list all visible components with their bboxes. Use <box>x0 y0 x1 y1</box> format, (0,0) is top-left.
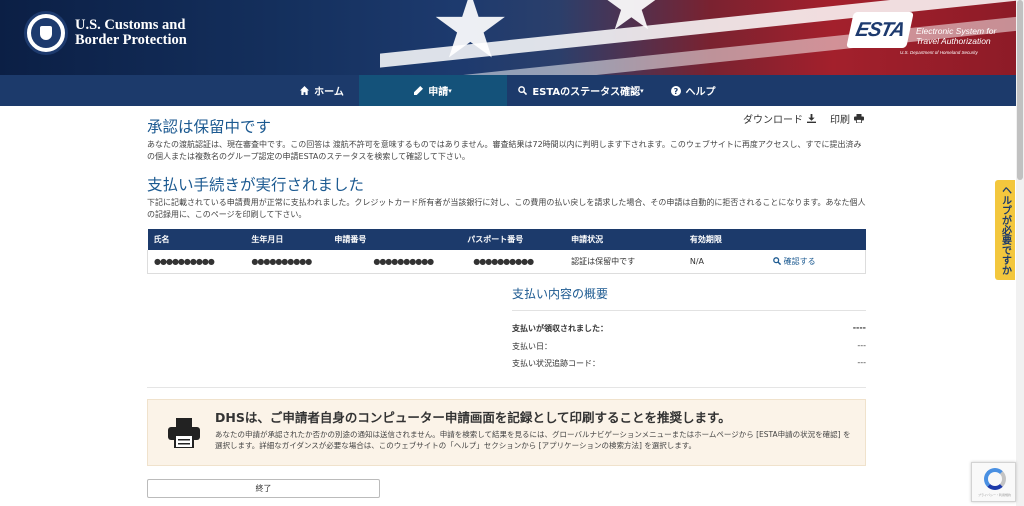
download-icon <box>807 114 816 123</box>
nav-item-home[interactable]: ホーム <box>272 75 372 106</box>
esta-dhs-label: U.S. Department of Homeland Security <box>900 50 978 55</box>
pending-title: 承認は保留中です <box>147 118 272 136</box>
nav-item-apply[interactable]: 申請 ▾ <box>359 75 507 106</box>
search-icon <box>518 86 528 95</box>
cell-passport: ●●●●●●●●●● <box>461 250 566 274</box>
table-header-row: 氏名 生年月日 申請番号 パスポート番号 申請状況 有効期限 <box>147 229 866 250</box>
recaptcha-icon <box>984 468 1006 490</box>
site-header: ★ ★ U.S. Customs and Border Protection E… <box>0 0 1016 75</box>
nav-item-label: ESTAのステータス確認 <box>532 87 641 98</box>
col-header-dob: 生年月日 <box>245 229 329 250</box>
table-row: ●●●●●●●●●● ●●●●●●●●●● ●●●●●●●●●● ●●●●●●●… <box>147 250 866 274</box>
scroll-thumb[interactable] <box>1017 0 1023 180</box>
dhs-seal-logo[interactable] <box>24 11 68 55</box>
nav-item-label: ホーム <box>314 87 344 98</box>
section-divider <box>147 387 866 388</box>
pencil-icon <box>414 86 424 95</box>
nav-item-label: 申請 <box>428 87 449 98</box>
summary-row-tracking: 支払い状況追跡コード： --- <box>512 358 866 369</box>
print-button[interactable]: 印刷 <box>830 111 864 126</box>
cell-action: 確認する <box>766 250 866 274</box>
col-header-expiry: 有効期限 <box>683 229 767 250</box>
question-icon: ? <box>670 85 681 96</box>
recaptcha-text[interactable]: プライバシー・利用規約 <box>974 493 1015 497</box>
flag-star-icon: ★ <box>430 0 511 75</box>
cell-application-number: ●●●●●●●●●● <box>328 250 462 274</box>
chevron-down-icon: ▾ <box>448 86 452 95</box>
summary-value: --- <box>857 358 866 367</box>
notice-title: DHSは、ご申請者自身のコンピューター申請画面を記録として印刷することを推奨しま… <box>215 410 731 425</box>
print-icon <box>854 114 864 123</box>
printer-icon <box>168 418 200 448</box>
home-icon <box>300 86 310 95</box>
print-label: 印刷 <box>830 115 850 126</box>
main-nav: ホーム 申請 ▾ ESTAのステータス確認 ▾ ? ヘルプ <box>0 75 1016 106</box>
col-header-status: 申請状況 <box>565 229 684 250</box>
col-header-name: 氏名 <box>147 229 246 250</box>
payment-text: 下記に記載されている申請費用が正常に支払われました。クレジットカード所有者が当該… <box>147 198 866 219</box>
summary-value: --- <box>857 341 866 350</box>
scrollbar[interactable] <box>1016 0 1024 506</box>
confirm-link-label: 確認する <box>783 256 816 266</box>
esta-logo[interactable]: ESTA <box>846 12 914 48</box>
print-notice: DHSは、ご申請者自身のコンピューター申請画面を記録として印刷することを推奨しま… <box>147 399 866 466</box>
help-tab[interactable]: ヘルプが必要ですか <box>995 180 1015 280</box>
summary-title: 支払い内容の概要 <box>512 287 609 301</box>
cell-dob: ●●●●●●●●●● <box>245 250 329 274</box>
svg-text:?: ? <box>673 87 678 96</box>
esta-fullname: Electronic System for Travel Authorizati… <box>916 26 997 46</box>
chevron-down-icon: ▾ <box>640 86 644 95</box>
cell-status: 認証は保留中です <box>565 250 684 274</box>
col-header-action <box>766 229 866 250</box>
page-tools: ダウンロード 印刷 <box>743 111 864 126</box>
download-button[interactable]: ダウンロード <box>743 111 816 126</box>
notice-text: あなたの申請が承認されたか否かの別途の通知は送信されません。申請を検索して結果を… <box>215 430 851 450</box>
summary-divider <box>512 310 866 311</box>
applications-table: 氏名 生年月日 申請番号 パスポート番号 申請状況 有効期限 ●●●●●●●●●… <box>147 229 866 274</box>
summary-label: 支払いが領収されました： <box>512 324 608 333</box>
summary-value: ---- <box>852 323 866 332</box>
pending-text: あなたの渡航認証は、現在審査中です。この回答は 渡航不許可を意味するものではあり… <box>147 140 862 161</box>
summary-label: 支払い状況追跡コード： <box>512 359 600 368</box>
nav-item-help[interactable]: ? ヘルプ <box>655 75 731 106</box>
nav-item-status[interactable]: ESTAのステータス確認 ▾ <box>507 75 655 106</box>
summary-label: 支払い日： <box>512 342 552 351</box>
col-header-passport: パスポート番号 <box>461 229 566 250</box>
payment-title: 支払い手続きが実行されました <box>147 176 365 194</box>
agency-name[interactable]: U.S. Customs and Border Protection <box>75 18 187 48</box>
confirm-link[interactable]: 確認する <box>772 256 816 267</box>
cell-expiry: N/A <box>683 250 767 274</box>
download-label: ダウンロード <box>743 115 803 126</box>
summary-row-date: 支払い日： --- <box>512 341 866 352</box>
nav-item-label: ヘルプ <box>685 87 716 98</box>
recaptcha-badge[interactable]: プライバシー・利用規約 <box>971 462 1016 502</box>
search-icon <box>772 257 781 265</box>
flag-star-icon: ★ <box>600 0 663 46</box>
col-header-application-number: 申請番号 <box>328 229 462 250</box>
cell-name: ●●●●●●●●●● <box>147 250 246 274</box>
summary-row-received: 支払いが領収されました： ---- <box>512 323 866 334</box>
end-button[interactable]: 終了 <box>147 479 380 498</box>
